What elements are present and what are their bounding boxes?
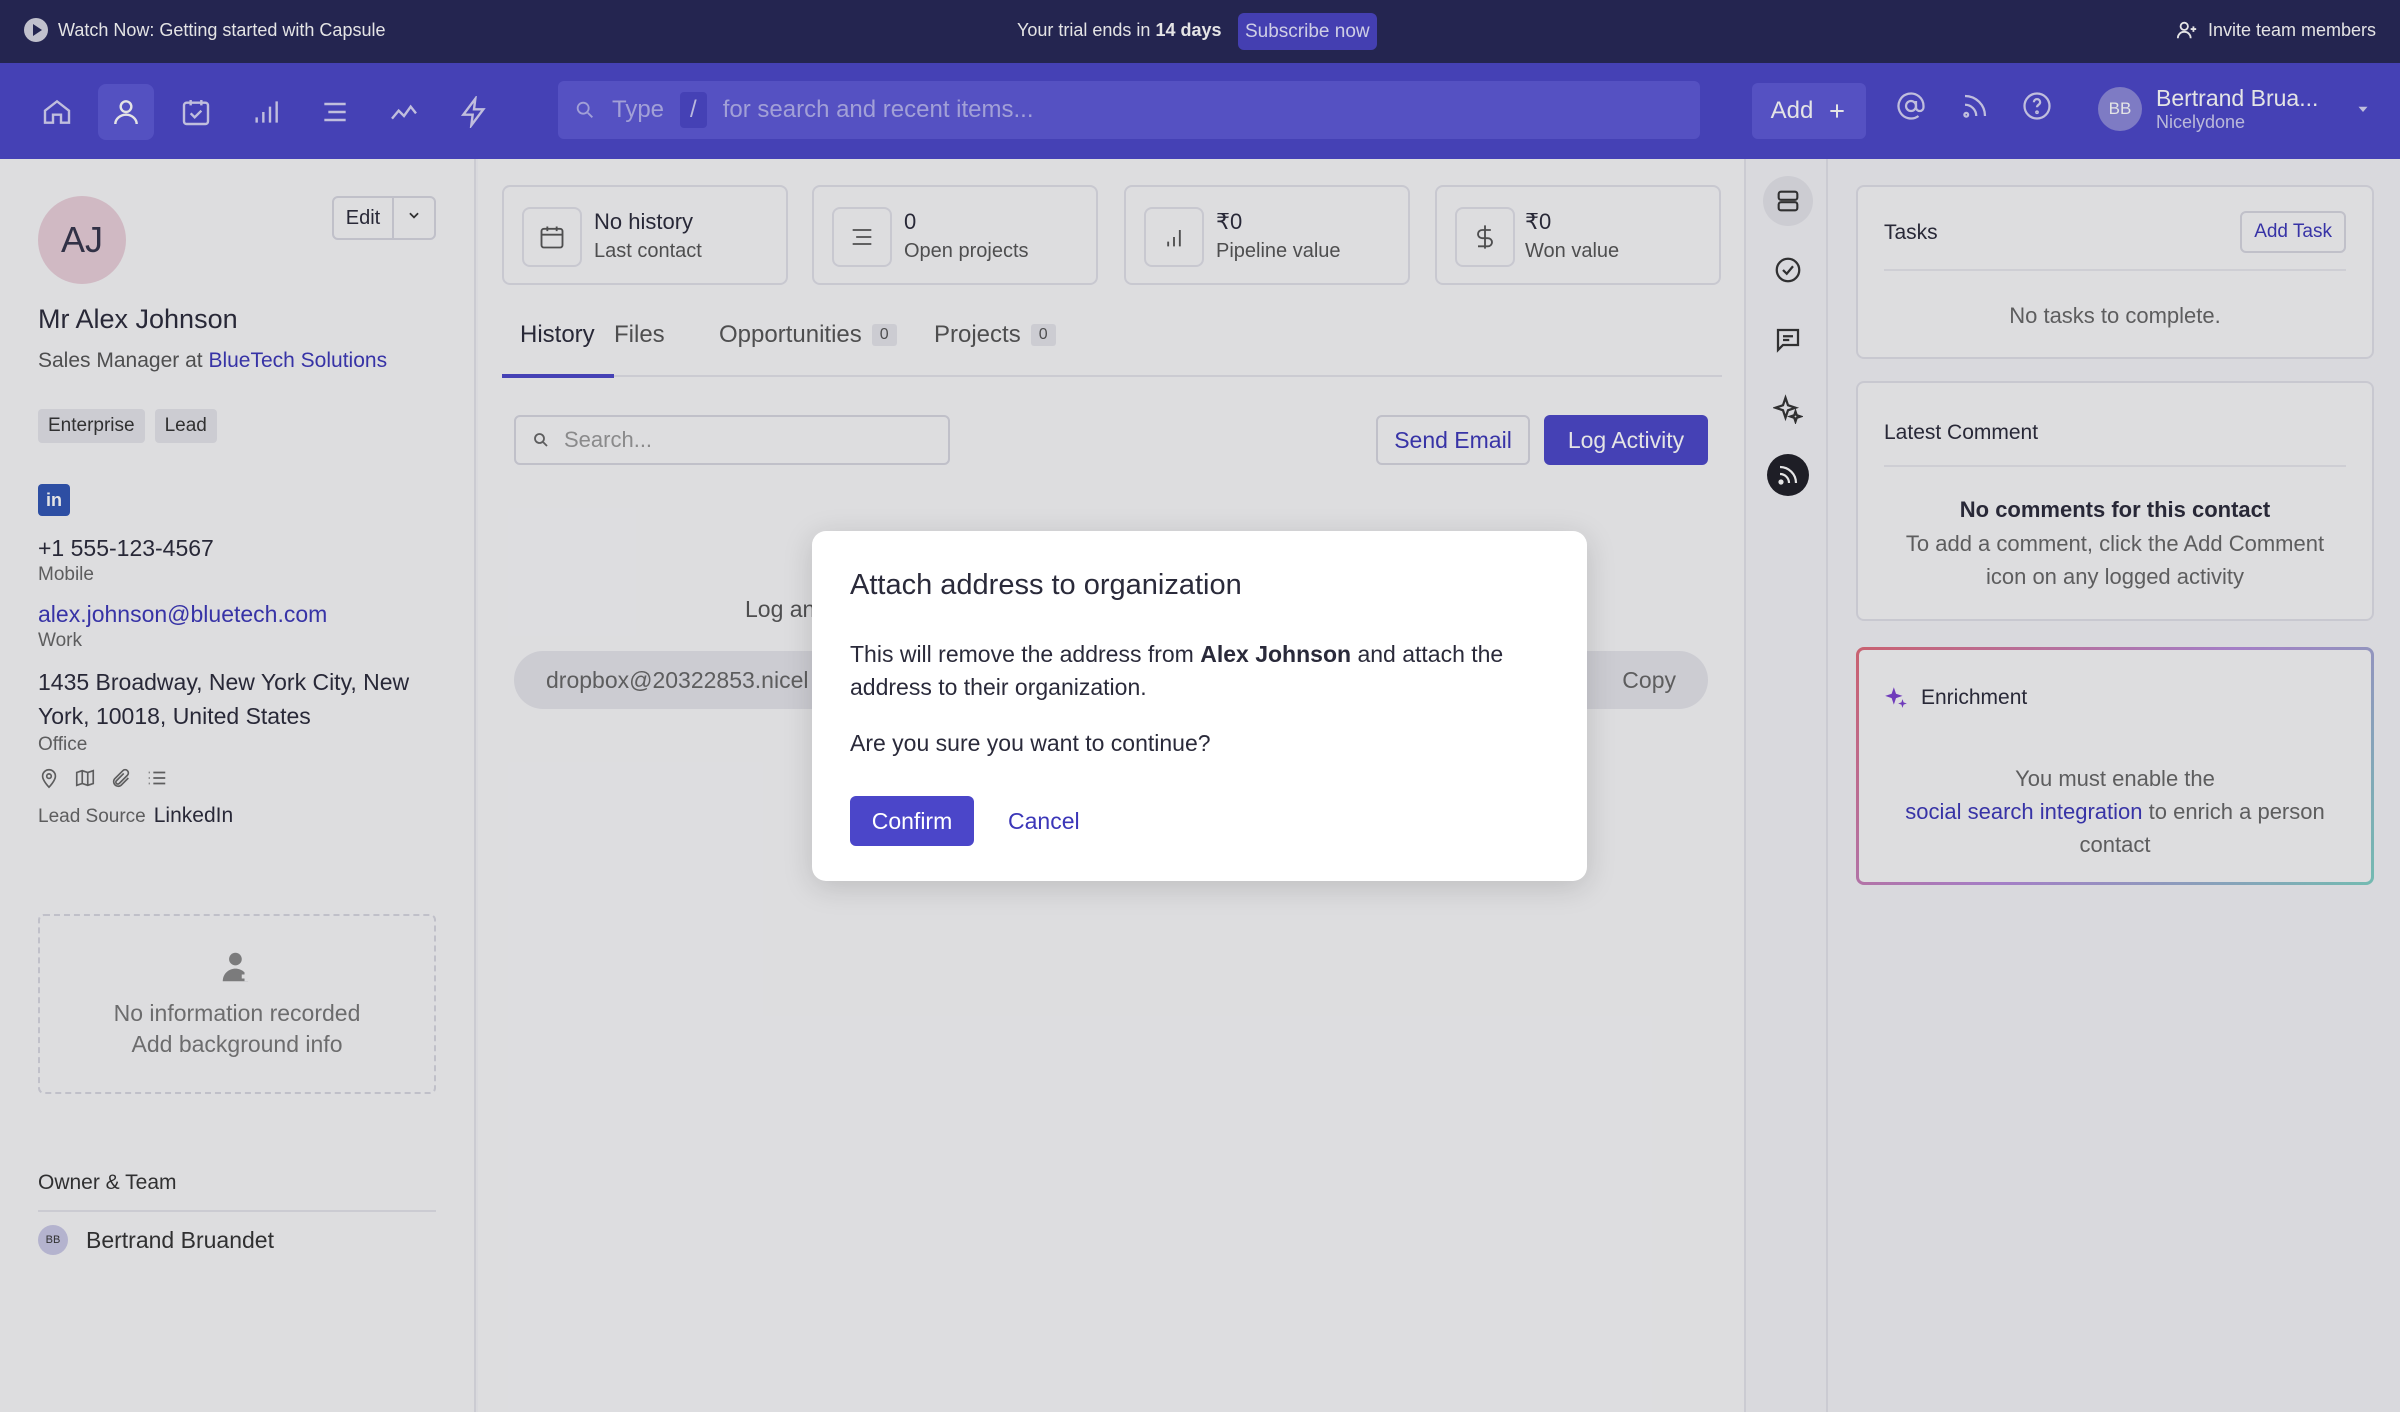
confirm-button[interactable]: Confirm	[850, 796, 974, 846]
attach-address-dialog: Attach address to organization This will…	[812, 531, 1587, 881]
dialog-body-prefix: This will remove the address from	[850, 641, 1194, 667]
cancel-button[interactable]: Cancel	[1008, 808, 1080, 835]
dialog-question: Are you sure you want to continue?	[850, 730, 1211, 756]
dialog-title: Attach address to organization	[850, 569, 1242, 601]
dialog-contact-name: Alex Johnson	[1200, 641, 1352, 667]
dialog-body: This will remove the address from Alex J…	[850, 638, 1550, 704]
